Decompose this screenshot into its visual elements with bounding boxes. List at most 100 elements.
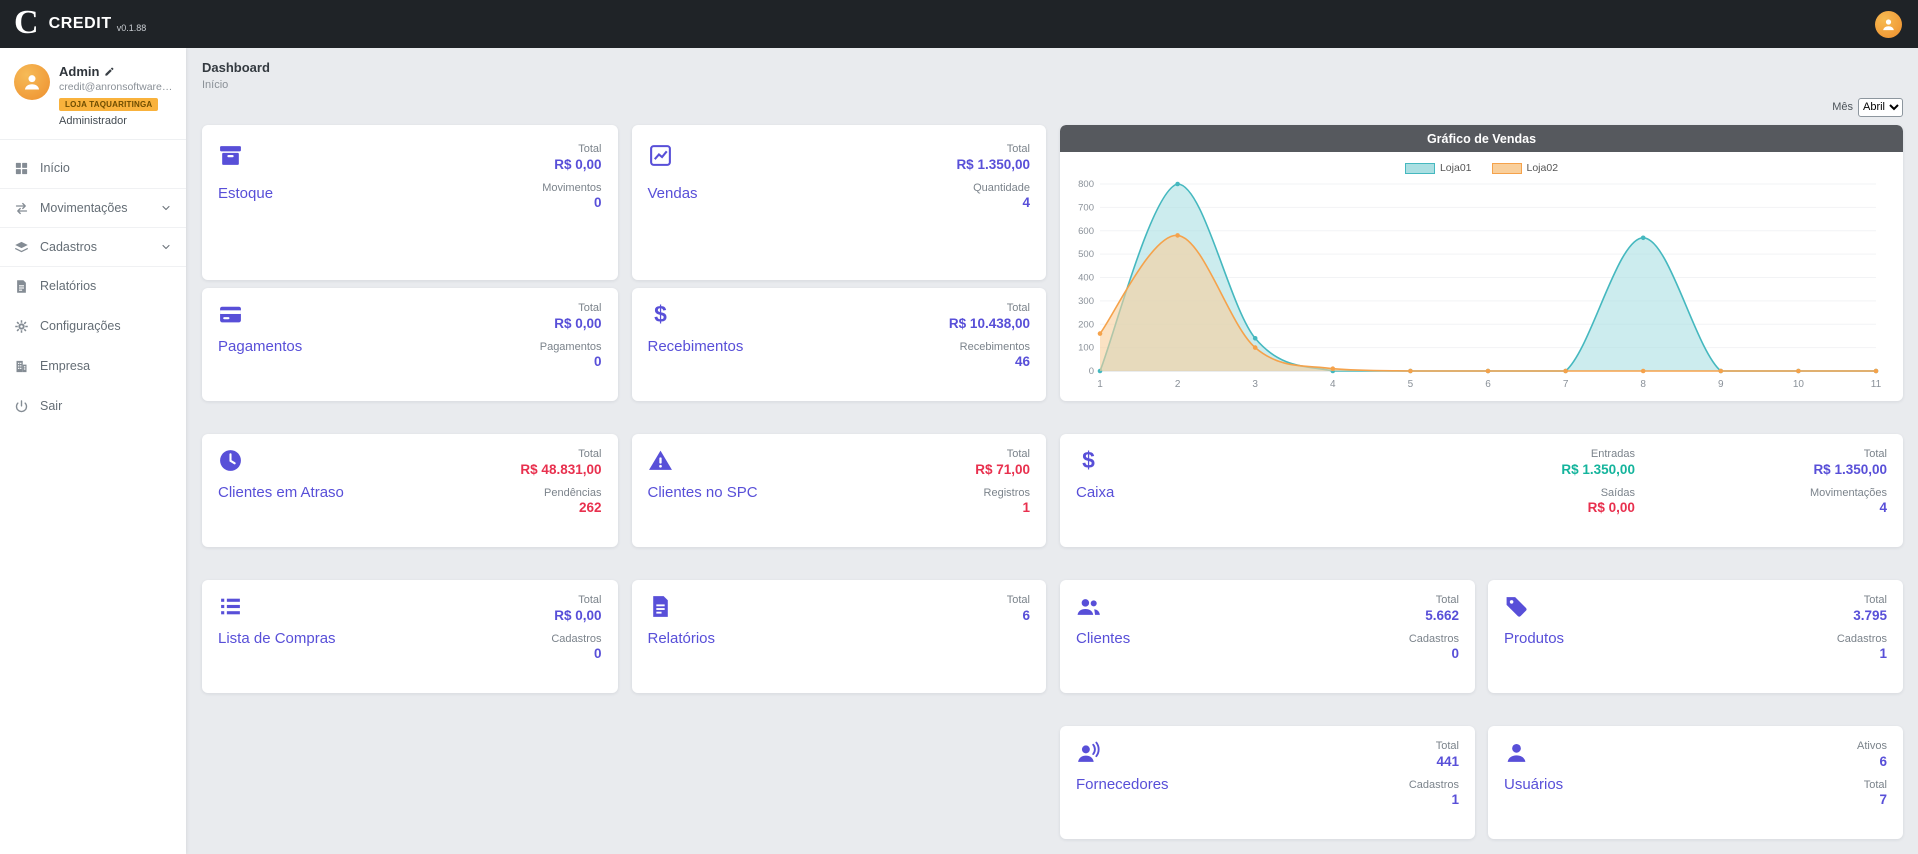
svg-text:300: 300: [1078, 296, 1094, 307]
legend-swatch: [1405, 163, 1435, 174]
card-title[interactable]: Recebimentos: [648, 338, 744, 355]
stat-value: R$ 0,00: [554, 157, 601, 174]
sidebar-item-inicio[interactable]: Início: [0, 148, 186, 188]
stat-label: Entradas: [1591, 448, 1635, 461]
stat-value: 262: [579, 500, 602, 517]
card-lista-de-compras[interactable]: Lista de Compras TotalR$ 0,00Cadastros0: [202, 580, 618, 693]
stat-label: Total: [1864, 448, 1887, 461]
card-title[interactable]: Caixa: [1076, 484, 1114, 501]
stat-label: Total: [578, 302, 601, 315]
breadcrumb: Início: [202, 79, 1903, 91]
stat-label: Total: [1007, 143, 1030, 156]
clock-icon: [218, 448, 243, 473]
stat-group: TotalR$ 0,00Cadastros0: [551, 594, 601, 679]
card-clientes-em-atraso[interactable]: Clientes em Atraso TotalR$ 48.831,00Pendê…: [202, 434, 618, 547]
card-title[interactable]: Clientes: [1076, 630, 1130, 647]
user-icon: [1504, 740, 1529, 765]
card-clientes[interactable]: ClientesTotal5.662Cadastros0: [1060, 580, 1475, 693]
card-usuarios[interactable]: UsuáriosAtivos6Total7: [1488, 726, 1903, 839]
card-fornecedores[interactable]: FornecedoresTotal441Cadastros1: [1060, 726, 1475, 839]
card-vendas[interactable]: VendasTotalR$ 1.350,00Quantidade4: [632, 125, 1047, 280]
sidebar-item-cadastros[interactable]: Cadastros: [0, 227, 186, 267]
card-pagamentos[interactable]: PagamentosTotalR$ 0,00Pagamentos0: [202, 288, 618, 401]
stat-value: 4: [1022, 195, 1030, 212]
app-logo: C: [14, 6, 39, 40]
stat-label: Cadastros: [551, 633, 601, 646]
legend-item-loja02[interactable]: Loja02: [1492, 162, 1559, 174]
card-left: Clientes em Atraso: [218, 448, 344, 533]
svg-text:6: 6: [1485, 379, 1491, 390]
stat-label: Recebimentos: [960, 341, 1030, 354]
card-caixa[interactable]: $CaixaEntradasR$ 1.350,00SaídasR$ 0,00To…: [1060, 434, 1903, 547]
stat-label: Total: [1007, 302, 1030, 315]
sidebar-item-relatorios[interactable]: Relatórios: [0, 266, 186, 306]
stat-label: Cadastros: [1409, 633, 1459, 646]
svg-text:1: 1: [1097, 379, 1103, 390]
svg-text:600: 600: [1078, 226, 1094, 237]
stat-group: TotalR$ 10.438,00Recebimentos46: [949, 302, 1030, 387]
svg-text:$: $: [654, 302, 667, 327]
user-avatar-button[interactable]: [1875, 11, 1902, 38]
legend-item-loja01[interactable]: Loja01: [1405, 162, 1472, 174]
stat-group: TotalR$ 48.831,00Pendências262: [520, 448, 601, 533]
card-title[interactable]: Pagamentos: [218, 338, 302, 355]
stat-value: 5.662: [1425, 608, 1459, 625]
chevron-down-icon: [160, 241, 172, 253]
card-title[interactable]: Lista de Compras: [218, 630, 336, 647]
card-produtos[interactable]: ProdutosTotal3.795Cadastros1: [1488, 580, 1903, 693]
card-title[interactable]: Vendas: [648, 185, 698, 202]
sidebar-user-block: Admin credit@anronsoftware.co... LOJA TA…: [0, 48, 186, 140]
legend-label: Loja02: [1527, 162, 1559, 174]
card-title[interactable]: Relatórios: [648, 630, 716, 647]
sidebar-item-configuracoes[interactable]: Configurações: [0, 306, 186, 346]
sidebar-item-sair[interactable]: Sair: [0, 386, 186, 426]
stat-value: R$ 10.438,00: [949, 316, 1030, 333]
stat-value: R$ 1.350,00: [956, 157, 1030, 174]
stat-value: 0: [594, 354, 602, 371]
card-clientes-no-spc[interactable]: Clientes no SPC TotalR$ 71,00Registros1: [632, 434, 1047, 547]
svg-text:4: 4: [1330, 379, 1336, 390]
month-label: Mês: [1832, 101, 1853, 113]
store-badge: LOJA TAQUARITINGA: [59, 98, 158, 111]
archive-icon: [218, 143, 243, 168]
card-title[interactable]: Usuários: [1504, 776, 1563, 793]
stat-label: Ativos: [1857, 740, 1887, 753]
card-title[interactable]: Estoque: [218, 185, 273, 202]
sidebar-item-label: Cadastros: [40, 240, 97, 254]
file-icon: [648, 594, 673, 619]
svg-text:8: 8: [1640, 379, 1646, 390]
card-left: Relatórios: [648, 594, 716, 679]
month-select[interactable]: Abril: [1858, 98, 1903, 117]
stat-value: R$ 48.831,00: [520, 462, 601, 479]
sidebar-item-empresa[interactable]: Empresa: [0, 346, 186, 386]
exchange-icon: [14, 201, 29, 216]
sidebar-user-info: Admin credit@anronsoftware.co... LOJA TA…: [59, 64, 174, 127]
stat-label: Cadastros: [1409, 779, 1459, 792]
stat-value: 6: [1879, 754, 1887, 771]
svg-text:0: 0: [1089, 366, 1094, 377]
card-title[interactable]: Fornecedores: [1076, 776, 1169, 793]
card-title[interactable]: Clientes em Atraso: [218, 484, 344, 501]
card-recebimentos[interactable]: $ Recebimentos TotalR$ 10.438,00 Recebiment…: [632, 288, 1047, 401]
stat-value: 0: [594, 195, 602, 212]
dollar-icon: $: [1076, 448, 1101, 473]
user-name: Admin: [59, 64, 99, 79]
pencil-icon[interactable]: [104, 66, 115, 77]
stat-label: Registros: [984, 487, 1030, 500]
card-title[interactable]: Clientes no SPC: [648, 484, 758, 501]
sidebar-item-movimentacoes[interactable]: Movimentações: [0, 188, 186, 228]
card-left: Produtos: [1504, 594, 1564, 679]
warning-icon: [648, 448, 673, 473]
user-email: credit@anronsoftware.co...: [59, 81, 174, 93]
stat-group: TotalR$ 71,00Registros1: [975, 448, 1030, 533]
card-estoque[interactable]: EstoqueTotalR$ 0,00Movimentos0: [202, 125, 618, 280]
sidebar-item-label: Empresa: [40, 359, 90, 373]
svg-text:500: 500: [1078, 249, 1094, 260]
svg-text:3: 3: [1252, 379, 1258, 390]
building-icon: [14, 359, 29, 374]
app-version: v0.1.88: [117, 23, 147, 33]
card-relatorios[interactable]: RelatóriosTotal6: [632, 580, 1047, 693]
stat-label: Total: [1007, 448, 1030, 461]
chart-icon: [648, 143, 673, 168]
card-title[interactable]: Produtos: [1504, 630, 1564, 647]
